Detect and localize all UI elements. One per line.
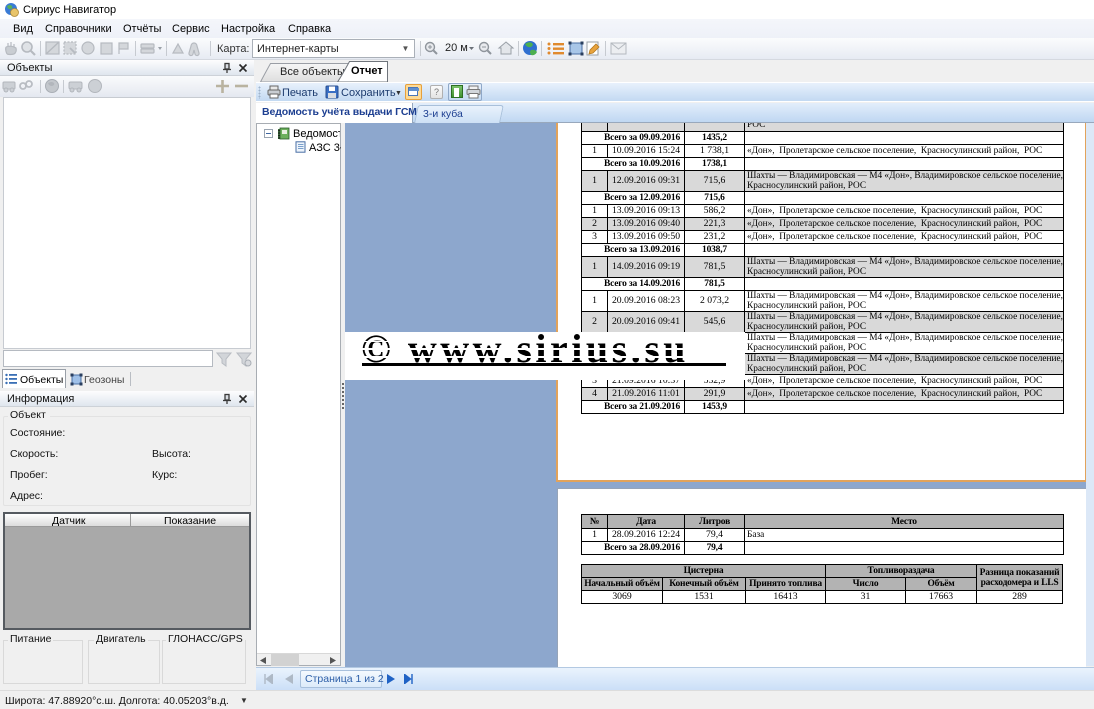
svg-text:20 м: 20 м	[445, 42, 468, 54]
